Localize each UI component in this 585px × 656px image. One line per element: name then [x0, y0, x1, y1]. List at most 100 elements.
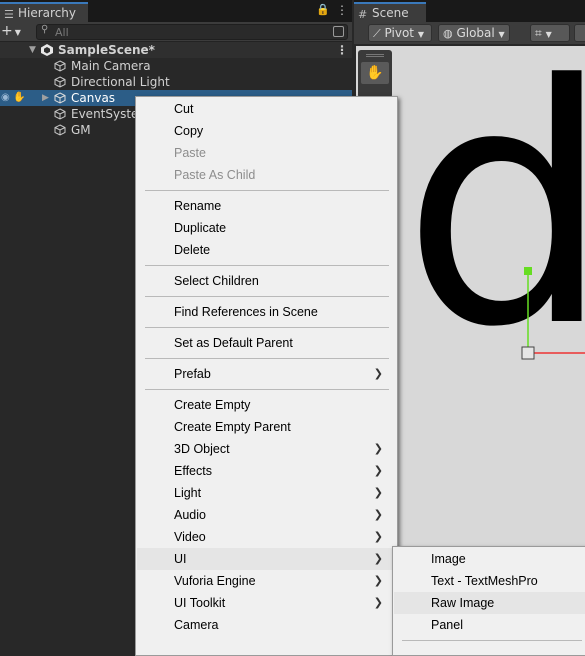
search-icon: ⚲ — [41, 24, 49, 35]
submenu-item-raw-image[interactable]: Raw Image — [394, 592, 585, 614]
eye-icon[interactable]: ◉ — [1, 90, 10, 106]
cube-icon — [54, 124, 66, 136]
menu-item-label: Create Empty Parent — [174, 420, 291, 434]
menu-item-ui-toolkit[interactable]: UI Toolkit ❯ — [137, 592, 396, 614]
menu-item-duplicate[interactable]: Duplicate — [137, 217, 396, 239]
menu-item-copy[interactable]: Copy — [137, 120, 396, 142]
menu-item-label: Audio — [174, 508, 206, 522]
kebab-icon[interactable]: ⋮ — [336, 3, 348, 17]
menu-item-label: Prefab — [174, 367, 211, 381]
hand-tool-icon[interactable]: ✋ — [361, 62, 389, 84]
menu-item-3d-object[interactable]: 3D Object ❯ — [137, 438, 396, 460]
hierarchy-item-label: Directional Light — [71, 75, 170, 89]
gizmo-y-handle[interactable] — [524, 267, 532, 275]
grid-icon: # — [358, 8, 368, 21]
menu-item-find-references[interactable]: Find References in Scene — [137, 301, 396, 323]
cube-icon — [54, 76, 66, 88]
menu-item-label: 3D Object — [174, 442, 230, 456]
global-dropdown[interactable]: ◍ Global ▼ — [438, 24, 510, 42]
foldout-collapsed-icon[interactable]: ▶ — [42, 90, 49, 106]
scene-kebab-icon[interactable]: ⋮ — [336, 42, 348, 58]
menu-separator — [145, 358, 389, 359]
menu-separator — [145, 265, 389, 266]
menu-item-paste-as-child: Paste As Child — [137, 164, 396, 186]
search-input[interactable] — [55, 25, 325, 39]
menu-item-set-default-parent[interactable]: Set as Default Parent — [137, 332, 396, 354]
scene-name: SampleScene* — [58, 43, 155, 57]
context-menu: Cut Copy Paste Paste As Child Rename Dup… — [135, 96, 398, 656]
menu-separator — [145, 190, 389, 191]
menu-item-delete[interactable]: Delete — [137, 239, 396, 261]
menu-item-label: Create Empty — [174, 398, 251, 412]
menu-item-rename[interactable]: Rename — [137, 195, 396, 217]
hierarchy-item-label: Main Camera — [71, 59, 151, 73]
globe-icon: ◍ — [443, 27, 453, 40]
chevron-right-icon: ❯ — [373, 575, 383, 587]
chevron-down-icon: ▼ — [14, 28, 21, 37]
overflow-button[interactable] — [574, 24, 585, 42]
chevron-right-icon: ❯ — [373, 509, 383, 521]
drag-grip[interactable] — [366, 54, 384, 57]
tab-scene[interactable]: # Scene — [354, 2, 426, 22]
menu-separator — [145, 296, 389, 297]
menu-item-select-children[interactable]: Select Children — [137, 270, 396, 292]
chevron-right-icon: ❯ — [373, 368, 383, 380]
menu-item-camera[interactable]: Camera — [137, 614, 396, 636]
hierarchy-item[interactable]: Main Camera — [0, 58, 352, 74]
chevron-right-icon: ❯ — [373, 597, 383, 609]
menu-item-label: Cut — [174, 102, 194, 116]
submenu-item-text-textmeshpro[interactable]: Text - TextMeshPro — [394, 570, 585, 592]
filter-icon[interactable] — [333, 26, 344, 37]
tab-hierarchy-label: Hierarchy — [18, 6, 77, 20]
chevron-right-icon: ❯ — [373, 553, 383, 565]
menu-item-light[interactable]: Light ❯ — [137, 482, 396, 504]
foldout-expanded-icon[interactable]: ▼ — [29, 42, 36, 58]
menu-item-vuforia-engine[interactable]: Vuforia Engine ❯ — [137, 570, 396, 592]
tab-hierarchy[interactable]: ☰ Hierarchy — [0, 2, 88, 22]
list-icon: ☰ — [4, 8, 14, 21]
tab-scene-label: Scene — [372, 6, 409, 20]
gizmo-center-handle[interactable] — [521, 346, 535, 360]
menu-item-prefab[interactable]: Prefab ❯ — [137, 363, 396, 385]
menu-item-create-empty-parent[interactable]: Create Empty Parent — [137, 416, 396, 438]
grid-snap-dropdown[interactable]: ⌗ ▼ — [530, 24, 570, 42]
menu-separator — [145, 327, 389, 328]
menu-item-effects[interactable]: Effects ❯ — [137, 460, 396, 482]
pivot-label: Pivot — [384, 26, 414, 40]
hierarchy-toolbar: + ▼ ⚲ — [0, 22, 352, 42]
plus-icon: + — [1, 23, 13, 39]
menu-item-label: Light — [174, 486, 202, 500]
hierarchy-item[interactable]: Directional Light — [0, 74, 352, 90]
menu-item-audio[interactable]: Audio ❯ — [137, 504, 396, 526]
menu-item-label: Text - TextMeshPro — [431, 574, 538, 588]
scene-row[interactable]: ▼ SampleScene* ⋮ — [0, 42, 352, 58]
menu-item-cut[interactable]: Cut — [137, 98, 396, 120]
menu-item-ui[interactable]: UI ❯ — [137, 548, 396, 570]
menu-item-label: Camera — [174, 618, 219, 632]
global-label: Global — [456, 26, 495, 40]
add-button[interactable]: + ▼ — [0, 23, 28, 41]
lock-icon[interactable]: 🔒 — [316, 3, 330, 16]
submenu-item-panel[interactable]: Panel — [394, 614, 585, 636]
chevron-right-icon: ❯ — [373, 531, 383, 543]
menu-item-video[interactable]: Video ❯ — [137, 526, 396, 548]
search-field[interactable]: ⚲ — [36, 24, 348, 40]
menu-item-label: Rename — [174, 199, 222, 213]
menu-item-label: Find References in Scene — [174, 305, 318, 319]
hand-icon[interactable]: ✋ — [13, 90, 25, 106]
hierarchy-item-label: GM — [71, 123, 91, 137]
chevron-down-icon: ▼ — [545, 30, 552, 39]
menu-item-label: Duplicate — [174, 221, 227, 235]
tool-overlay: ✋ — [358, 50, 392, 98]
menu-item-create-empty[interactable]: Create Empty — [137, 394, 396, 416]
menu-separator — [145, 389, 389, 390]
cube-icon — [54, 92, 66, 104]
menu-separator — [402, 640, 582, 641]
scene-tabstrip: # Scene — [354, 0, 585, 22]
chevron-right-icon: ❯ — [373, 443, 383, 455]
submenu-item-image[interactable]: Image — [394, 548, 585, 570]
menu-item-label: Video — [174, 530, 206, 544]
pivot-dropdown[interactable]: ⟋ Pivot ▼ — [368, 24, 432, 42]
hierarchy-item-label: Canvas — [71, 91, 116, 105]
menu-item-label: UI — [174, 552, 187, 566]
